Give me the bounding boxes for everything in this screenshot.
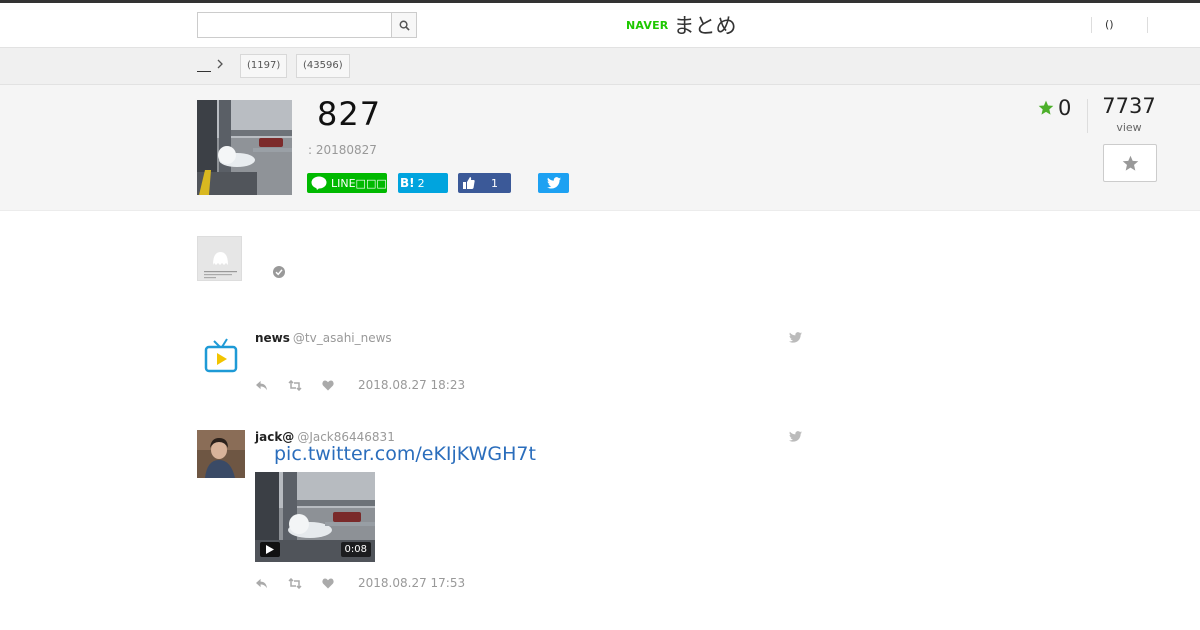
line-icon [311, 176, 327, 190]
hatena-label: B! [400, 176, 415, 190]
reply-button[interactable] [255, 380, 268, 391]
line-share-label: LINE□□□ [331, 176, 387, 190]
stat-divider [1087, 99, 1088, 133]
twitter-bird-icon [546, 177, 561, 189]
tweet-author-handle: @tv_asahi_news [292, 331, 392, 345]
page-title: 827 [317, 95, 382, 133]
tweet-author-name: jack@ [255, 430, 295, 444]
retweet-icon [288, 577, 302, 589]
video-duration: 0:08 [340, 542, 371, 557]
like-button[interactable] [322, 577, 334, 589]
view-label: view [1116, 121, 1142, 134]
tweet-actions: 2018.08.27 18:23 [255, 378, 465, 392]
twitter-share-button[interactable] [538, 173, 569, 193]
author-avatar[interactable] [197, 236, 242, 281]
heart-icon [322, 379, 334, 390]
star-icon [1038, 100, 1054, 115]
tweet-card: news @tv_asahi_news 2018.08.27 18:23 [197, 331, 807, 401]
site-logo[interactable]: NAVER まとめ [626, 12, 736, 38]
search-button[interactable] [391, 13, 416, 37]
like-button[interactable] [322, 379, 334, 391]
play-icon [266, 545, 274, 554]
verified-icon [273, 266, 285, 278]
search-input[interactable] [198, 13, 392, 37]
tweet-author[interactable]: news @tv_asahi_news [255, 331, 392, 345]
retweet-icon [288, 379, 302, 391]
tweet-timestamp[interactable]: 2018.08.27 18:23 [358, 378, 465, 392]
breadcrumb-tag-1[interactable]: (1197) [240, 54, 288, 78]
breadcrumb: (1197) (43596) [0, 48, 1200, 85]
favorite-count: 0 [1038, 96, 1071, 120]
reply-icon [256, 578, 267, 588]
retweet-button[interactable] [288, 379, 302, 391]
twitter-bird-icon[interactable] [789, 431, 802, 442]
tweet-pic-link[interactable]: pic.twitter.com/eKIjKWGH7t [274, 443, 536, 465]
hatena-count: 2 [417, 176, 425, 190]
facebook-count: 1 [491, 176, 498, 190]
tweet-video[interactable]: 0:08 [255, 472, 375, 562]
reply-icon [256, 380, 267, 390]
search-box [197, 12, 417, 38]
retweet-button[interactable] [288, 577, 302, 589]
facebook-like-button[interactable]: 1 [458, 173, 511, 193]
star-icon [1122, 155, 1138, 171]
breadcrumb-tag-2[interactable]: (43596) [296, 54, 350, 78]
breadcrumb-home-link[interactable] [197, 58, 211, 72]
search-icon [399, 20, 410, 31]
play-button[interactable] [260, 542, 280, 557]
heart-icon [322, 577, 334, 588]
add-favorite-button[interactable] [1103, 144, 1157, 182]
tweet-author[interactable]: jack@ @Jack86446831 [255, 430, 395, 444]
tweet-actions: 2018.08.27 17:53 [255, 576, 465, 590]
twitter-bird-icon[interactable] [789, 332, 802, 343]
update-date: : 20180827 [308, 143, 377, 157]
thumbs-up-icon [463, 177, 475, 189]
article-header: 827 : 20180827 LINE□□□ B! 2 1 0 7737 vie… [0, 85, 1200, 211]
tweet-author-name: news [255, 331, 290, 345]
tweet-timestamp[interactable]: 2018.08.27 17:53 [358, 576, 465, 590]
favorite-count-value: 0 [1058, 96, 1072, 120]
view-count: 7737 [1102, 94, 1156, 118]
article-thumbnail [197, 100, 292, 195]
chevron-right-icon [217, 59, 223, 69]
reply-button[interactable] [255, 578, 268, 589]
tweet-card: jack@ @Jack86446831 pic.twitter.com/eKIjK… [197, 430, 807, 600]
line-share-button[interactable]: LINE□□□ [307, 173, 387, 193]
tweet-author-handle: @Jack86446831 [297, 430, 395, 444]
logo-naver-text: NAVER [626, 18, 669, 32]
logo-matome-text: まとめ [673, 14, 737, 38]
tweet-avatar[interactable] [197, 430, 245, 478]
tweet-avatar[interactable] [197, 331, 245, 379]
hatena-bookmark-button[interactable]: B! 2 [398, 173, 448, 193]
site-header: NAVER まとめ () [0, 3, 1200, 48]
user-menu-link[interactable]: () [1091, 17, 1148, 33]
